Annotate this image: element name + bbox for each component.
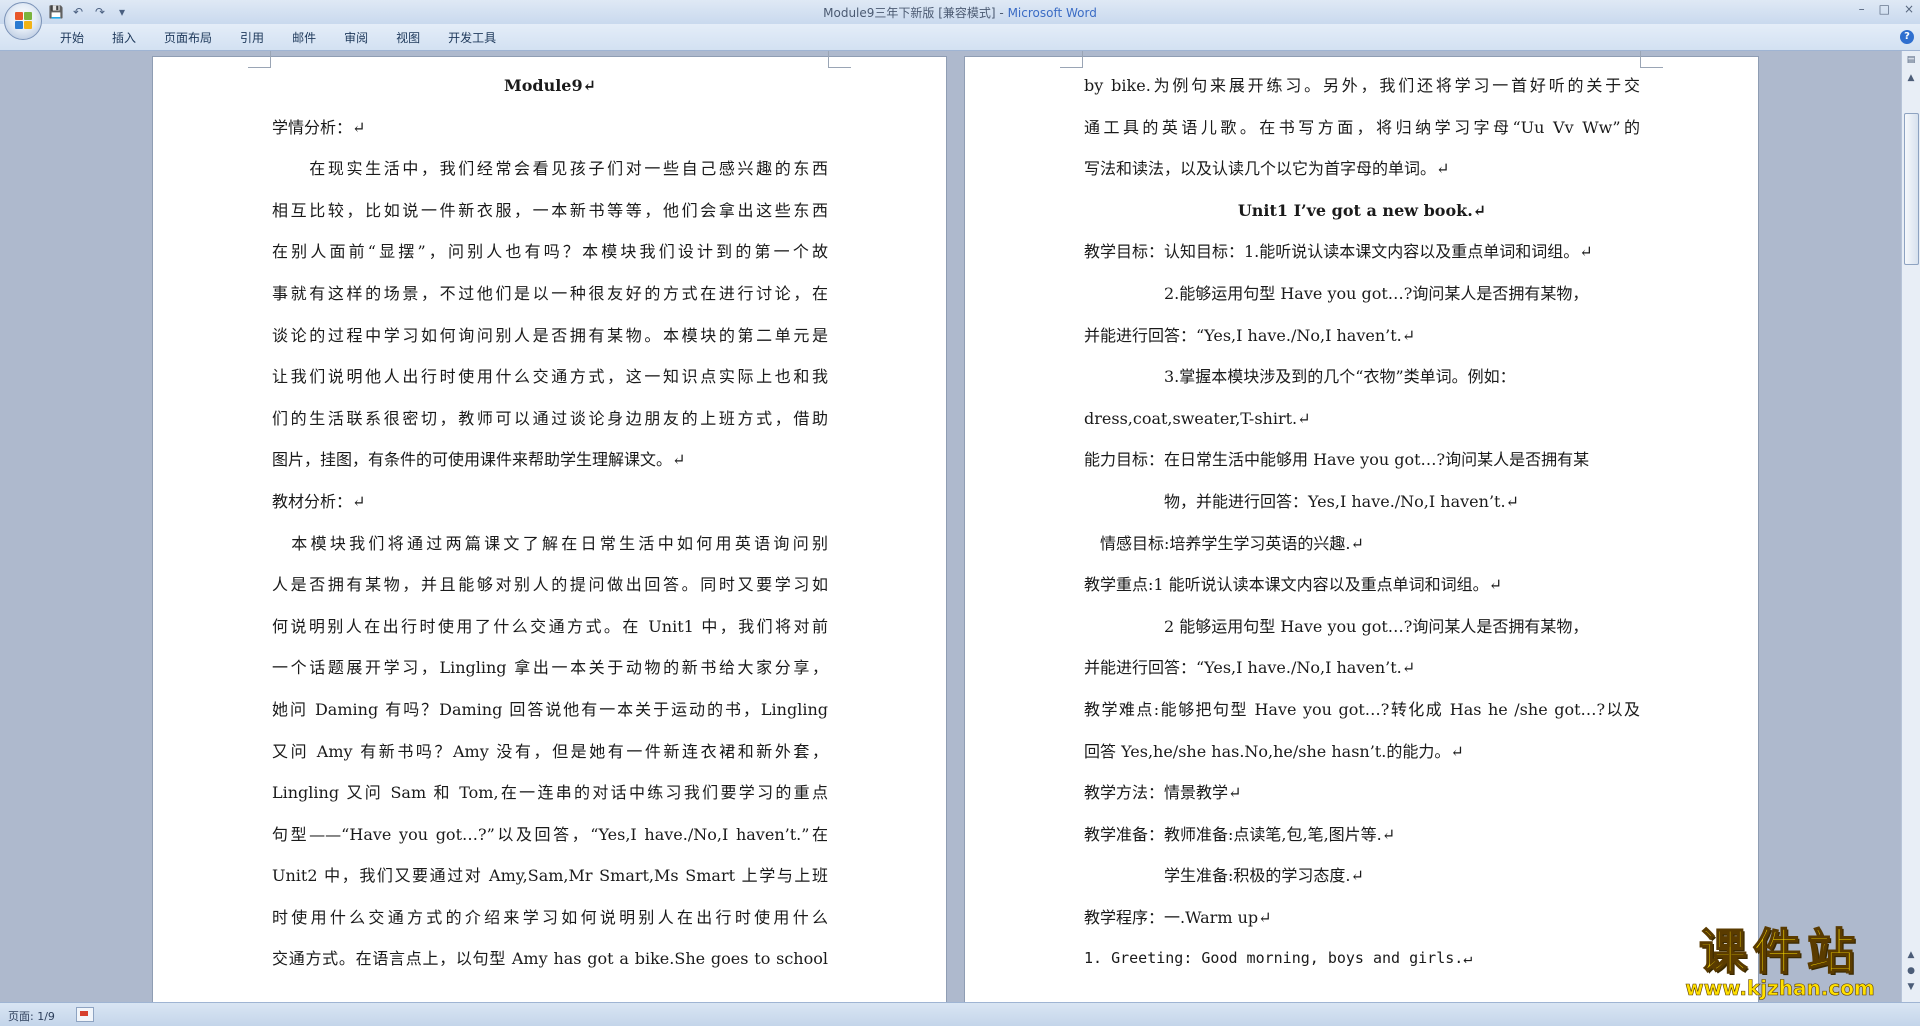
ribbon: 开始 插入 页面布局 引用 邮件 审阅 视图 开发工具 ?	[0, 24, 1920, 51]
window-title: Module9三年下新版 [兼容模式] - Microsoft Word	[0, 4, 1920, 21]
title-bar: 💾 ↶ ↷ ▾ Module9三年下新版 [兼容模式] - Microsoft …	[0, 0, 1920, 24]
text-line: 们的生活联系很密切，教师可以通过谈论身边朋友的上班方式，借助	[272, 408, 828, 428]
page-2-text[interactable]: by bike.为例句来展开练习。另外，我们还将学习一首好听的关于交 通工具的英语…	[1084, 65, 1640, 980]
text-line: 教材分析：↵	[272, 491, 366, 511]
text-line: 何说明别人在出行时使用了什么交通方式。在 Unit1 中，我们将对前	[272, 616, 828, 636]
scroll-up-icon[interactable]: ▲	[1904, 71, 1918, 85]
text-line: 教学方法：情景教学↵	[1084, 783, 1242, 803]
ribbon-tab[interactable]: 邮件	[292, 29, 316, 46]
text-line: 写法和读法，以及认读几个以它为首字母的单词。↵	[1084, 159, 1450, 179]
crop-mark	[828, 51, 851, 68]
text-line: 图片，挂图，有条件的可使用课件来帮助学生理解课文。↵	[272, 450, 686, 470]
text-line: Unit2 中，我们又要通过对 Amy,Sam,Mr Smart,Ms Smar…	[272, 866, 828, 886]
text-line: 时使用什么交通方式的介绍来学习如何说明别人在出行时使用什么	[272, 907, 828, 927]
page-1-text[interactable]: Module9↵ 学情分析：↵ 在现实生活中，我们经常会看见孩子们对一些自己感兴趣…	[272, 65, 828, 980]
text-line: 学生准备:积极的学习态度.↵	[1084, 866, 1364, 886]
office-button[interactable]	[4, 2, 42, 40]
maximize-icon[interactable]: □	[1879, 2, 1890, 16]
text-line: 学情分析：↵	[272, 117, 366, 137]
text-line: 事就有这样的场景，不过他们是以一种很友好的方式在进行讨论，在	[272, 283, 828, 303]
text-line: 2.能够运用句型 Have you got…?询问某人是否拥有某物，	[1084, 283, 1589, 303]
text-line: 3.掌握本模块涉及到的几个“衣物”类单词。例如：	[1084, 367, 1516, 387]
text-line: 谈论的过程中学习如何询问别人是否拥有某物。本模块的第二单元是	[272, 325, 828, 345]
text-line: 教学目标：认知目标：1.能听说认读本课文内容以及重点单词和词组。↵	[1084, 242, 1593, 262]
ribbon-tabs: 开始 插入 页面布局 引用 邮件 审阅 视图 开发工具	[60, 29, 496, 46]
ribbon-tab[interactable]: 审阅	[344, 29, 368, 46]
vertical-scrollbar[interactable]: ▤ ▲ ▲ ● ▼	[1901, 51, 1920, 1002]
crop-mark	[1640, 51, 1663, 68]
office-logo-icon	[15, 12, 33, 30]
previous-page-icon[interactable]: ▲	[1904, 948, 1918, 962]
text-line: 又问 Amy 有新书吗？Amy 没有，但是她有一件新连衣裙和新外套，	[272, 741, 828, 761]
browse-object-icon[interactable]: ●	[1904, 964, 1918, 978]
text-line: 教学准备：教师准备:点读笔,包,笔,图片等.↵	[1084, 824, 1396, 844]
text-line: 一个话题展开学习，Lingling 拿出一本关于动物的新书给大家分享，	[272, 658, 828, 678]
ribbon-tab[interactable]: 开始	[60, 29, 84, 46]
text-line: dress,coat,sweater,T-shirt.↵	[1084, 408, 1311, 428]
text-line: 教学重点:1 能听说认读本课文内容以及重点单词和词组。↵	[1084, 575, 1503, 595]
window-controls: – □ ×	[1859, 2, 1914, 16]
ruler-toggle-icon[interactable]: ▤	[1904, 53, 1918, 67]
text-line: by bike.为例句来展开练习。另外，我们还将学习一首好听的关于交	[1084, 76, 1640, 95]
proofing-icon[interactable]	[76, 1007, 94, 1022]
text-line: 她问 Daming 有吗？Daming 回答说他有一本关于运动的书，Lingli…	[272, 699, 828, 719]
close-icon[interactable]: ×	[1904, 2, 1914, 16]
document-page-1[interactable]: Module9↵ 学情分析：↵ 在现实生活中，我们经常会看见孩子们对一些自己感兴趣…	[153, 51, 946, 1002]
text-line: 能力目标：在日常生活中能够用 Have you got…?询问某人是否拥有某	[1084, 450, 1590, 470]
scrollbar-thumb[interactable]	[1904, 113, 1919, 265]
text-line: Module9↵	[504, 76, 596, 95]
ribbon-tab[interactable]: 插入	[112, 29, 136, 46]
text-line: 让我们说明他人出行时使用什么交通方式，这一知识点实际上也和我	[272, 367, 828, 387]
status-bar: 页面: 1/9	[0, 1002, 1920, 1026]
text-line: 通工具的英语儿歌。在书写方面，将归纳学习字母“Uu Vv Ww”的	[1084, 117, 1640, 137]
ribbon-tab[interactable]: 引用	[240, 29, 264, 46]
document-title: Module9三年下新版 [兼容模式] -	[823, 6, 1008, 20]
ribbon-tab[interactable]: 页面布局	[164, 29, 212, 46]
help-icon[interactable]: ?	[1900, 30, 1914, 44]
text-line: 本模块我们将通过两篇课文了解在日常生活中如何用英语询问别	[272, 533, 828, 553]
ribbon-tab[interactable]: 开发工具	[448, 29, 496, 46]
text-line: 教学难点:能够把句型 Have you got…?转化成 Has he /she…	[1084, 699, 1640, 719]
text-line: 教学程序：一.Warm up↵	[1084, 907, 1272, 927]
site-watermark: 课件站 www.kjzhan.com	[1660, 924, 1900, 1000]
text-line: 句型——“Have you got…?”以及回答，“Yes,I have./No…	[272, 824, 828, 844]
text-line: 回答 Yes,he/she has.No,he/she hasn’t.的能力。↵	[1084, 741, 1464, 761]
text-line: Lingling 又问 Sam 和 Tom,在一连串的对话中练习我们要学习的重点	[272, 783, 828, 803]
text-line: 在别人面前“显摆”，问别人也有吗？本模块我们设计到的第一个故	[272, 242, 828, 262]
text-line: 1. Greeting: Good morning, boys and girl…	[1084, 949, 1473, 968]
next-page-icon[interactable]: ▼	[1904, 980, 1918, 994]
text-line: 物，并能进行回答：Yes,I have./No,I haven’t.↵	[1084, 491, 1519, 511]
text-line: 人是否拥有某物，并且能够对别人的提问做出回答。同时又要学习如	[272, 575, 828, 595]
minimize-icon[interactable]: –	[1859, 2, 1865, 16]
watermark-logo-text: 课件站	[1698, 924, 1861, 980]
text-line: Unit1 I’ve got a new book.↵	[1237, 200, 1487, 220]
crop-mark	[1060, 51, 1083, 68]
text-line: 交通方式。在语言点上，以句型 Amy has got a bike.She go…	[272, 949, 828, 969]
text-line: 情感目标:培养学生学习英语的兴趣.↵	[1084, 533, 1364, 553]
page-indicator[interactable]: 页面: 1/9	[8, 1008, 55, 1024]
app-name: Microsoft Word	[1007, 6, 1097, 20]
text-line: 在现实生活中，我们经常会看见孩子们对一些自己感兴趣的东西	[272, 159, 828, 179]
watermark-url: www.kjzhan.com	[1685, 976, 1875, 1001]
ribbon-tab[interactable]: 视图	[396, 29, 420, 46]
document-page-2[interactable]: by bike.为例句来展开练习。另外，我们还将学习一首好听的关于交 通工具的英语…	[965, 51, 1758, 1002]
text-line: 2 能够运用句型 Have you got…?询问某人是否拥有某物，	[1084, 616, 1589, 636]
text-line: 相互比较，比如说一件新衣服，一本新书等等，他们会拿出这些东西	[272, 200, 828, 220]
text-line: 并能进行回答：“Yes,I have./No,I haven’t.↵	[1084, 658, 1416, 678]
crop-mark	[248, 51, 271, 68]
text-line: 并能进行回答：“Yes,I have./No,I haven’t.↵	[1084, 325, 1416, 345]
document-workspace: Module9↵ 学情分析：↵ 在现实生活中，我们经常会看见孩子们对一些自己感兴趣…	[0, 51, 1902, 1002]
